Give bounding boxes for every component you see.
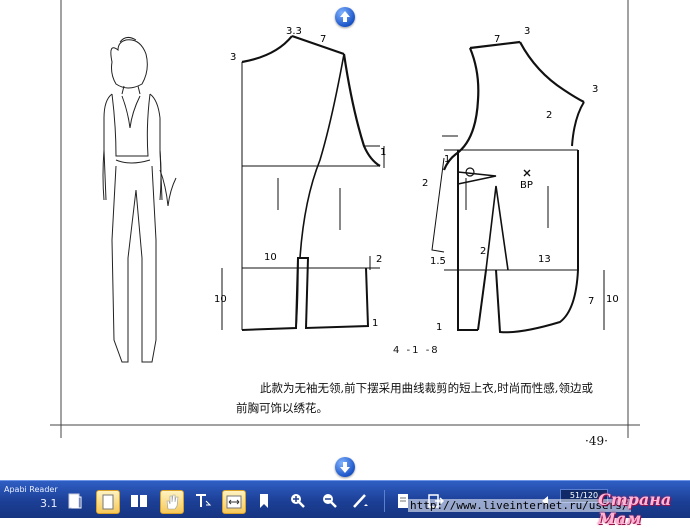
label-back-shoulder: 7 — [320, 34, 326, 45]
bookmark-button[interactable] — [253, 490, 275, 512]
single-page-button[interactable] — [96, 490, 120, 514]
app-brand: Apabi Reader — [4, 485, 58, 494]
fashion-figure — [102, 36, 177, 363]
hand-tool-button[interactable] — [160, 490, 184, 514]
label-bp: BP — [520, 180, 533, 191]
front-bodice — [431, 40, 605, 334]
label-back-hem-end: 1 — [372, 318, 378, 329]
two-page-button[interactable] — [128, 490, 150, 512]
single-page-icon — [102, 494, 114, 510]
label-back-neck-width: 3.3 — [286, 26, 302, 37]
bookmark-icon — [260, 494, 268, 508]
toolbar-separator — [384, 490, 385, 512]
label-front-shoulder: 7 — [494, 34, 500, 45]
label-front-neck-width: 3 — [524, 26, 530, 37]
label-front-waist-left: 1.5 — [430, 256, 446, 267]
fit-width-icon — [226, 495, 242, 509]
label-front-hem-curve: 7 — [588, 296, 594, 307]
label-front-neck-side: 3 — [592, 84, 598, 95]
label-front-waist-right: 13 — [538, 254, 551, 265]
zoom-out-button[interactable] — [318, 490, 340, 512]
label-back-side: 10 — [264, 252, 277, 263]
two-page-icon — [131, 495, 147, 507]
fit-width-button[interactable] — [222, 490, 246, 514]
label-back-hem-side: 2 — [376, 254, 382, 265]
page-up-button[interactable] — [335, 7, 355, 27]
zoom-in-icon — [291, 494, 305, 508]
pen-icon — [353, 494, 368, 508]
hand-icon — [166, 494, 179, 510]
back-bodice — [221, 34, 385, 331]
label-front-dart: 2 — [546, 110, 552, 121]
label-front-side-left: 1 — [444, 154, 450, 165]
label-front-hem-end: 1 — [436, 322, 442, 333]
document-page: 3.3 7 3 1 10 2 10 1 7 3 3 2 1 2 BP 1.5 2… — [0, 0, 690, 480]
arrow-up-icon — [340, 11, 350, 22]
page-number: ·49· — [585, 434, 608, 448]
caption-text: 此款为无袖无领,前下摆采用曲线裁剪的短上衣,时尚而性感,领边或前胸可饰以绣花。 — [236, 381, 593, 415]
page-icon — [68, 493, 82, 509]
label-front-bust-dart: 2 — [422, 178, 428, 189]
zoom-in-button[interactable] — [286, 490, 308, 512]
text-select-button[interactable] — [192, 490, 214, 512]
text-select-icon — [196, 494, 212, 507]
pen-button[interactable] — [349, 490, 371, 512]
figure-label: 4 -1 -8 — [393, 345, 440, 356]
page-down-button[interactable] — [335, 457, 355, 477]
label-back-neck-depth: 3 — [230, 52, 236, 63]
zoom-out-icon — [323, 494, 337, 508]
watermark-logo: Страна Мам — [598, 490, 672, 528]
label-back-armhole: 1 — [380, 147, 386, 158]
label-front-hem-height: 10 — [606, 294, 619, 305]
page-button[interactable] — [64, 490, 86, 512]
arrow-down-icon — [340, 462, 350, 473]
label-front-waist-dart: 2 — [480, 246, 486, 257]
label-back-hem-height: 10 — [214, 294, 227, 305]
app-version: 3.1 — [40, 497, 58, 510]
